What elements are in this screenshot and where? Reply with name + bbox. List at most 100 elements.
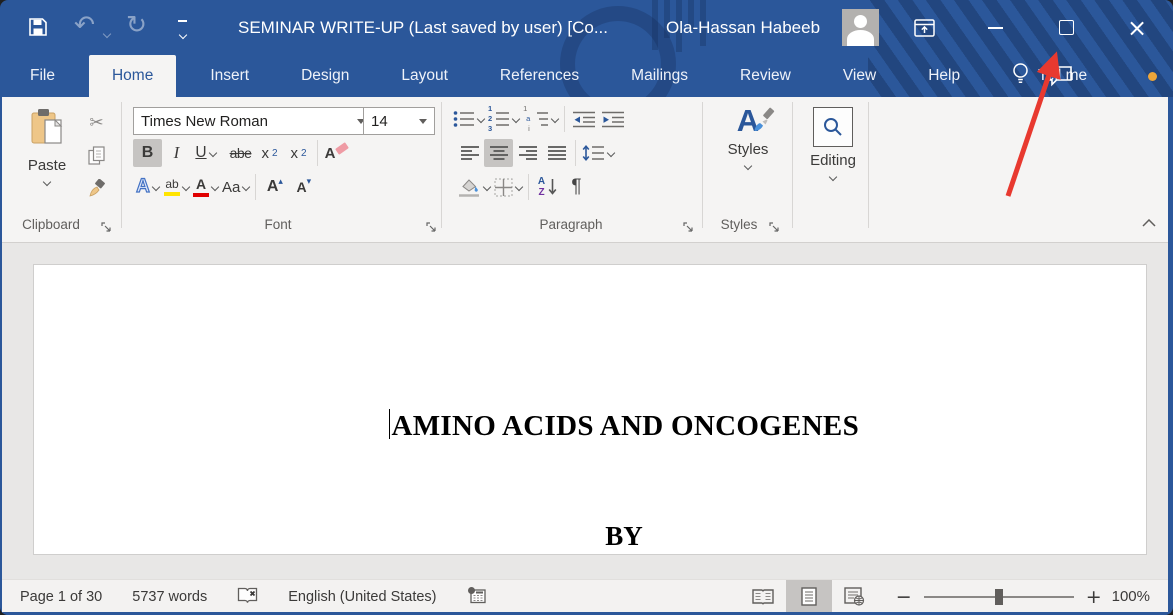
text-effects-button[interactable]: A (133, 173, 162, 201)
tab-help[interactable]: Help (912, 55, 976, 97)
save-icon (28, 24, 48, 41)
bullets-icon (453, 110, 475, 128)
font-size-combobox[interactable]: 14 (363, 107, 435, 135)
align-right-button[interactable] (513, 139, 542, 167)
pilcrow-icon: ¶ (571, 176, 581, 198)
zoom-level[interactable]: 100% (1112, 588, 1150, 605)
redo-button[interactable]: ↻ (126, 12, 147, 38)
align-left-button[interactable] (455, 139, 484, 167)
language-indicator[interactable]: English (United States) (288, 589, 436, 605)
undo-dropdown[interactable] (104, 24, 110, 42)
text-highlight-button[interactable]: ab (162, 173, 191, 201)
zoom-out-button[interactable]: − (896, 586, 912, 608)
lightbulb-icon (1012, 62, 1029, 91)
subscript-button[interactable]: x2 (255, 139, 284, 167)
increase-indent-button[interactable] (598, 105, 627, 133)
tab-mailings[interactable]: Mailings (615, 55, 704, 97)
tab-file[interactable]: File (14, 55, 71, 97)
dialog-launcher-icon (769, 222, 780, 233)
styles-button[interactable]: A Styles (710, 101, 786, 217)
styles-dialog-launcher[interactable] (769, 220, 781, 232)
shading-icon (457, 177, 481, 197)
tab-view[interactable]: View (827, 55, 892, 97)
line-spacing-button[interactable] (580, 139, 616, 167)
justify-button[interactable] (542, 139, 571, 167)
paste-clipboard-icon (29, 107, 65, 152)
chevron-down-icon (208, 149, 216, 157)
decrease-indent-button[interactable] (569, 105, 598, 133)
macro-record-button[interactable] (467, 586, 487, 608)
font-color-button[interactable]: A (191, 173, 220, 201)
account-user-name[interactable]: Ola-Hassan Habeeb (666, 0, 820, 55)
tab-references[interactable]: References (484, 55, 595, 97)
read-mode-button[interactable] (740, 580, 786, 613)
editing-button[interactable]: Editing (800, 103, 866, 217)
customize-quick-access-button[interactable] (178, 20, 187, 43)
numbering-button[interactable]: 123 (486, 105, 521, 133)
ribbon-display-options-button[interactable] (914, 19, 935, 42)
increase-indent-icon (601, 110, 625, 128)
tab-insert[interactable]: Insert (194, 55, 265, 97)
close-button[interactable]: × (1110, 0, 1164, 55)
multilevel-list-button[interactable]: 1ai (521, 105, 560, 133)
status-bar-right: − + 100% (740, 580, 1164, 613)
paragraph-dialog-launcher[interactable] (683, 220, 695, 232)
chevron-down-icon (515, 183, 523, 191)
font-family-combobox[interactable]: Times New Roman (133, 107, 373, 135)
triangle-down-icon: ▾ (307, 176, 312, 187)
undo-button[interactable]: ↶ (74, 12, 95, 38)
proofing-status-button[interactable] (237, 586, 258, 608)
maximize-restore-button[interactable] (1039, 0, 1093, 55)
styles-group-label: Styles (710, 217, 768, 232)
avatar[interactable] (842, 9, 879, 46)
word-window: ↶ ↻ SEMINAR WRITE-UP (Last saved by user… (0, 0, 1173, 615)
web-layout-button[interactable] (832, 580, 878, 613)
italic-button[interactable]: I (162, 139, 191, 167)
numbering-icon: 123 (488, 104, 492, 134)
tab-review[interactable]: Review (724, 55, 807, 97)
shrink-font-button[interactable]: A▾ (289, 173, 318, 201)
cut-button[interactable]: ✂ (82, 109, 111, 137)
show-hide-marks-button[interactable]: ¶ (562, 173, 591, 201)
paste-button[interactable]: Paste (14, 103, 80, 217)
clear-formatting-button[interactable]: A (322, 139, 351, 167)
document-page[interactable]: AMINO ACIDS AND ONCOGENES BY (33, 264, 1147, 555)
zoom-slider[interactable] (924, 596, 1074, 598)
superscript-button[interactable]: x2 (284, 139, 313, 167)
save-button[interactable] (28, 17, 48, 42)
chevron-down-icon (512, 115, 520, 123)
zoom-in-button[interactable]: + (1086, 586, 1102, 608)
strikethrough-button[interactable]: abe (226, 139, 255, 167)
clipboard-dialog-launcher[interactable] (101, 220, 113, 232)
font-dialog-launcher[interactable] (426, 220, 438, 232)
customize-quick-access-icon (178, 20, 187, 22)
tab-design[interactable]: Design (285, 55, 365, 97)
superscript-mark: 2 (301, 148, 307, 159)
shading-button[interactable] (455, 173, 492, 201)
minimize-button[interactable] (968, 0, 1022, 55)
underline-button[interactable]: U (191, 139, 220, 167)
bullets-button[interactable] (451, 105, 486, 133)
sort-button[interactable]: A Z (533, 173, 562, 201)
bold-button[interactable]: B (133, 139, 162, 167)
comments-button[interactable] (1048, 65, 1073, 92)
format-painter-icon (87, 179, 107, 203)
sort-icon: A Z (538, 176, 545, 198)
tab-layout[interactable]: Layout (385, 55, 464, 97)
paragraph-row-1: 123 1ai (451, 105, 627, 133)
zoom-slider-thumb[interactable] (995, 589, 1003, 605)
print-layout-button[interactable] (786, 580, 832, 613)
align-center-button[interactable] (484, 139, 513, 167)
format-painter-button[interactable] (82, 177, 111, 205)
collapse-ribbon-button[interactable] (1138, 210, 1160, 236)
page-indicator[interactable]: Page 1 of 30 (20, 589, 102, 605)
borders-button[interactable] (492, 173, 524, 201)
copy-button[interactable] (82, 143, 111, 171)
change-case-button[interactable]: Aa (220, 173, 251, 201)
chevron-down-icon (551, 115, 559, 123)
word-count[interactable]: 5737 words (132, 589, 207, 605)
tab-home[interactable]: Home (89, 55, 176, 97)
comment-icon (1048, 74, 1073, 91)
avatar-head (854, 15, 867, 28)
grow-font-button[interactable]: A▴ (260, 173, 289, 201)
